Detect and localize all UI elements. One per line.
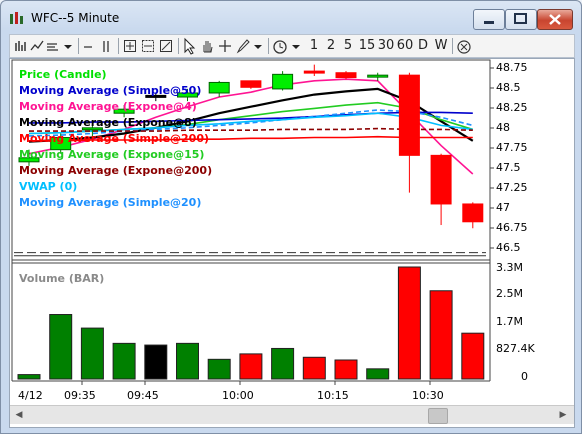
candle-body[interactable] <box>303 70 325 74</box>
price-tick-label: 46.5 <box>496 241 521 254</box>
legend-item: Moving Average (Simple@200) <box>19 132 210 145</box>
volume-bar[interactable] <box>144 344 168 380</box>
legend-item: Moving Average (Expone@15) <box>19 148 205 161</box>
volume-tick-label: 1.7M <box>496 315 523 328</box>
cancel-icon[interactable] <box>456 37 472 55</box>
period-daily-button[interactable]: D <box>417 37 429 55</box>
volume-bar[interactable] <box>429 290 453 380</box>
price-tick-label: 46.75 <box>496 221 528 234</box>
pencil-icon[interactable] <box>236 37 250 55</box>
price-tick-label: 47.25 <box>496 181 528 194</box>
candle-body[interactable] <box>430 154 452 205</box>
price-tick-label: 48.75 <box>496 61 528 74</box>
candle-body[interactable] <box>462 203 484 223</box>
chevron-down-icon[interactable] <box>290 37 302 55</box>
chart-toolbar: 1 2 5 15 30 60 D W <box>9 34 575 58</box>
legend-item: Moving Average (Expone@200) <box>19 164 213 177</box>
volume-tick-label: 827.4K <box>496 342 535 355</box>
volume-bar[interactable] <box>461 332 485 380</box>
chevron-down-icon[interactable] <box>62 37 74 55</box>
period-2-button[interactable]: 2 <box>326 37 336 55</box>
legend-item: Moving Average (Simple@50) <box>19 84 202 97</box>
volume-bar[interactable] <box>207 358 231 380</box>
legend-item: Moving Average (Expone@8) <box>19 116 197 129</box>
candle-body[interactable] <box>335 72 357 79</box>
volume-tick-label: 3.3M <box>496 261 523 274</box>
price-tick-label: 48.5 <box>496 81 521 94</box>
volume-bar[interactable] <box>397 266 421 380</box>
chart-area: Price (Candle) Moving Average (Simple@50… <box>9 58 575 428</box>
window-title: WFC--5 Minute <box>31 11 120 25</box>
volume-bar[interactable] <box>49 314 73 380</box>
close-icon <box>549 14 561 25</box>
time-tick-label: 09:35 <box>64 389 96 402</box>
price-tick-label: 47 <box>496 201 510 214</box>
zoom-out-icon[interactable] <box>141 37 155 55</box>
period-30-button[interactable]: 30 <box>377 37 395 55</box>
maximize-button[interactable] <box>505 9 537 30</box>
crosshair-icon[interactable] <box>218 37 232 55</box>
candle-body[interactable] <box>398 74 420 156</box>
pointer-icon[interactable] <box>182 37 196 55</box>
volume-bar[interactable] <box>17 374 41 380</box>
zoom-in-icon[interactable] <box>123 37 137 55</box>
time-tick-label: 09:45 <box>127 389 159 402</box>
volume-tick-label: 2.5M <box>496 287 523 300</box>
minimize-button[interactable] <box>473 9 505 30</box>
chevron-down-icon[interactable] <box>252 37 264 55</box>
volume-bar[interactable] <box>239 353 263 380</box>
legend-item: Moving Average (Simple@20) <box>19 196 202 209</box>
scroll-left-icon[interactable]: ◀ <box>13 409 25 421</box>
volume-bar[interactable] <box>112 342 136 380</box>
date-tick-label: 4/12 <box>18 389 43 402</box>
time-tick-label: 10:15 <box>317 389 349 402</box>
period-15-button[interactable]: 15 <box>358 37 376 55</box>
price-tick-label: 47.5 <box>496 161 521 174</box>
time-tick-label: 10:30 <box>412 389 444 402</box>
volume-bar[interactable] <box>271 347 295 380</box>
price-tick-label: 48.25 <box>496 101 528 114</box>
title-bar[interactable]: WFC--5 Minute <box>1 1 581 33</box>
legend: Price (Candle) Moving Average (Simple@50… <box>19 67 212 211</box>
volume-bar[interactable] <box>366 368 390 380</box>
clock-icon[interactable] <box>272 37 288 55</box>
legend-item: Price (Candle) <box>19 68 107 81</box>
period-weekly-button[interactable]: W <box>434 37 448 55</box>
candle-body[interactable] <box>272 73 294 90</box>
period-5-button[interactable]: 5 <box>343 37 353 55</box>
zoom-fit-icon[interactable] <box>159 37 173 55</box>
volume-panel-label: Volume (BAR) <box>19 272 105 285</box>
maximize-icon <box>514 13 527 24</box>
line-chart-icon[interactable] <box>30 37 44 55</box>
candle-body[interactable] <box>208 81 230 94</box>
volume-bar[interactable] <box>302 356 326 380</box>
scroll-right-icon[interactable]: ▶ <box>557 409 569 421</box>
period-60-button[interactable]: 60 <box>396 37 414 55</box>
candle-body[interactable] <box>367 74 389 78</box>
price-tick-label: 48 <box>496 121 510 134</box>
studies-icon[interactable] <box>46 37 60 55</box>
chart-window: WFC--5 Minute 1 2 5 15 30 60 D W Price (… <box>0 0 582 434</box>
volume-bar[interactable] <box>80 327 104 380</box>
candle-body[interactable] <box>240 80 262 88</box>
volume-bar[interactable] <box>176 342 199 380</box>
hand-icon[interactable] <box>200 37 214 55</box>
horizontal-scrollbar[interactable]: ◀ ▶ <box>10 405 574 424</box>
legend-item: Moving Average (Expone@4) <box>19 100 197 113</box>
pause-icon[interactable] <box>100 37 112 55</box>
dash-icon[interactable] <box>82 37 94 55</box>
volume-tick-label: 0 <box>521 370 528 383</box>
volume-bar[interactable] <box>334 359 358 380</box>
time-tick-label: 10:00 <box>222 389 254 402</box>
period-1-button[interactable]: 1 <box>309 37 319 55</box>
scroll-thumb[interactable] <box>428 408 448 424</box>
legend-item: VWAP (0) <box>19 180 78 193</box>
close-button[interactable] <box>537 9 573 30</box>
price-tick-label: 47.75 <box>496 141 528 154</box>
app-icon <box>10 12 23 24</box>
bar-chart-icon[interactable] <box>14 37 28 55</box>
minimize-icon <box>484 21 494 24</box>
